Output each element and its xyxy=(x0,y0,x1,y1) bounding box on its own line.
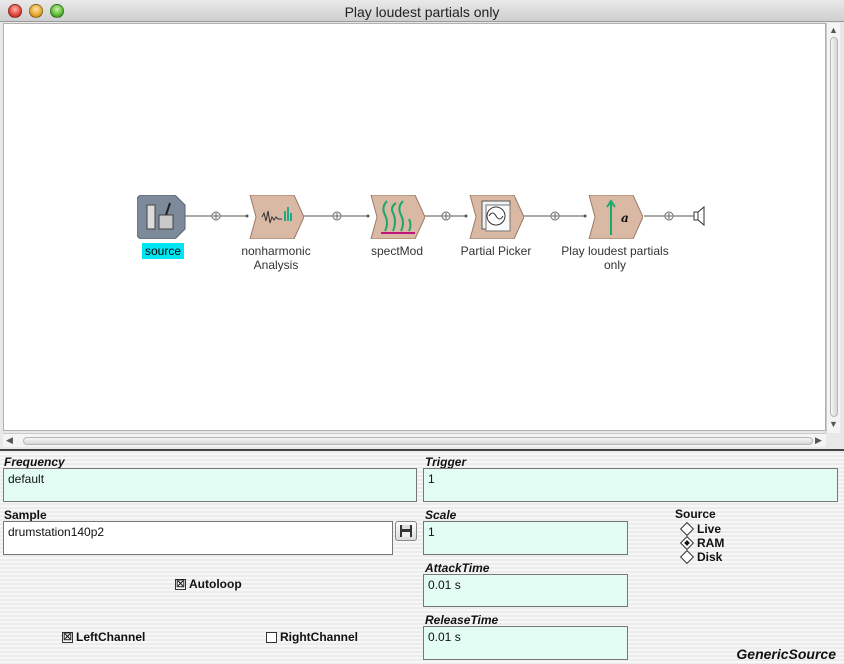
scroll-right-arrow-icon[interactable]: ▶ xyxy=(815,435,822,446)
scale-label: Scale xyxy=(425,508,457,522)
play-loudest-partials-label: Play loudest partials only xyxy=(554,244,676,272)
editor-window: Play loudest partials only source nonhar… xyxy=(0,0,844,664)
spectrum-modifier-icon xyxy=(370,195,425,239)
checkbox-checked-icon: ☒ xyxy=(62,631,73,643)
source-group-label: Source xyxy=(675,507,716,521)
analysis-icon xyxy=(249,195,304,239)
frequency-field[interactable]: default xyxy=(3,468,417,502)
partial-picker-module[interactable] xyxy=(468,195,524,239)
source-module[interactable] xyxy=(137,195,187,239)
checkbox-unchecked-icon xyxy=(266,631,277,643)
rightchannel-checkbox[interactable]: RightChannel xyxy=(266,630,358,644)
releasetime-field[interactable]: 0.01 s xyxy=(423,626,628,660)
signal-flow-canvas[interactable]: source nonharmonic Analysis spectMod Par… xyxy=(3,23,826,431)
source-module-label: source xyxy=(142,243,185,259)
partial-picker-label: Partial Picker xyxy=(460,244,532,258)
leftchannel-checkbox[interactable]: ☒ LeftChannel xyxy=(62,630,145,644)
autoloop-label: Autoloop xyxy=(189,577,242,591)
nonharmonic-label-line1: nonharmonic xyxy=(241,244,311,258)
checkbox-checked-icon: ☒ xyxy=(175,578,186,590)
scale-field[interactable]: 1 xyxy=(423,521,628,555)
scroll-down-arrow-icon[interactable]: ▼ xyxy=(829,419,838,429)
attacktime-field[interactable]: 0.01 s xyxy=(423,574,628,607)
rightchannel-label: RightChannel xyxy=(280,630,358,644)
horizontal-scrollbar[interactable]: ◀ ▶ xyxy=(3,433,826,447)
nonharmonic-label-line2: Analysis xyxy=(253,258,299,272)
sample-field[interactable]: drumstation140p2 xyxy=(3,521,393,555)
source-live-label: Live xyxy=(697,522,722,536)
trigger-label: Trigger xyxy=(425,455,467,469)
source-ram-radio[interactable]: RAM xyxy=(679,535,725,551)
source-live-radio[interactable]: Live xyxy=(679,521,722,537)
nonharmonic-analysis-label: nonharmonic Analysis xyxy=(236,244,316,272)
scroll-left-arrow-icon[interactable]: ◀ xyxy=(6,435,13,446)
sample-label: Sample xyxy=(4,508,47,522)
horizontal-scroll-thumb[interactable] xyxy=(23,437,813,445)
leftchannel-label: LeftChannel xyxy=(76,630,146,644)
speaker-output-icon[interactable] xyxy=(693,205,705,227)
play-loudest-label-line2: only xyxy=(603,258,626,272)
radio-diamond-selected-icon xyxy=(679,535,695,551)
svg-text:a: a xyxy=(621,211,629,225)
save-sample-button[interactable] xyxy=(395,521,417,541)
scroll-up-arrow-icon[interactable]: ▲ xyxy=(829,25,838,35)
sample-source-icon xyxy=(137,195,186,239)
vertical-scroll-thumb[interactable] xyxy=(830,37,838,417)
frequency-label: Frequency xyxy=(4,455,65,469)
source-ram-label: RAM xyxy=(697,536,725,550)
title-bar[interactable]: Play loudest partials only xyxy=(0,0,844,22)
trigger-field[interactable]: 1 xyxy=(423,468,838,502)
releasetime-label: ReleaseTime xyxy=(425,613,499,627)
nonharmonic-analysis-module[interactable] xyxy=(248,195,304,239)
spectmod-module[interactable] xyxy=(369,195,425,239)
autoloop-checkbox[interactable]: ☒ Autoloop xyxy=(175,577,242,591)
floppy-disk-icon xyxy=(400,525,412,537)
play-loudest-label-line1: Play loudest partials xyxy=(561,244,669,258)
attacktime-label: AttackTime xyxy=(425,561,490,575)
source-disk-label: Disk xyxy=(697,550,723,564)
window-title: Play loudest partials only xyxy=(344,4,500,20)
vertical-scrollbar[interactable]: ▲ ▼ xyxy=(826,23,840,433)
module-class-name: GenericSource xyxy=(736,646,836,662)
source-disk-radio[interactable]: Disk xyxy=(679,549,723,565)
play-loudest-partials-module[interactable]: a xyxy=(587,195,643,239)
spectmod-label: spectMod xyxy=(370,244,424,258)
amplitude-icon: a xyxy=(588,195,643,239)
radio-diamond-icon xyxy=(679,549,695,565)
oscillator-icon xyxy=(469,195,524,239)
radio-diamond-icon xyxy=(679,521,695,537)
